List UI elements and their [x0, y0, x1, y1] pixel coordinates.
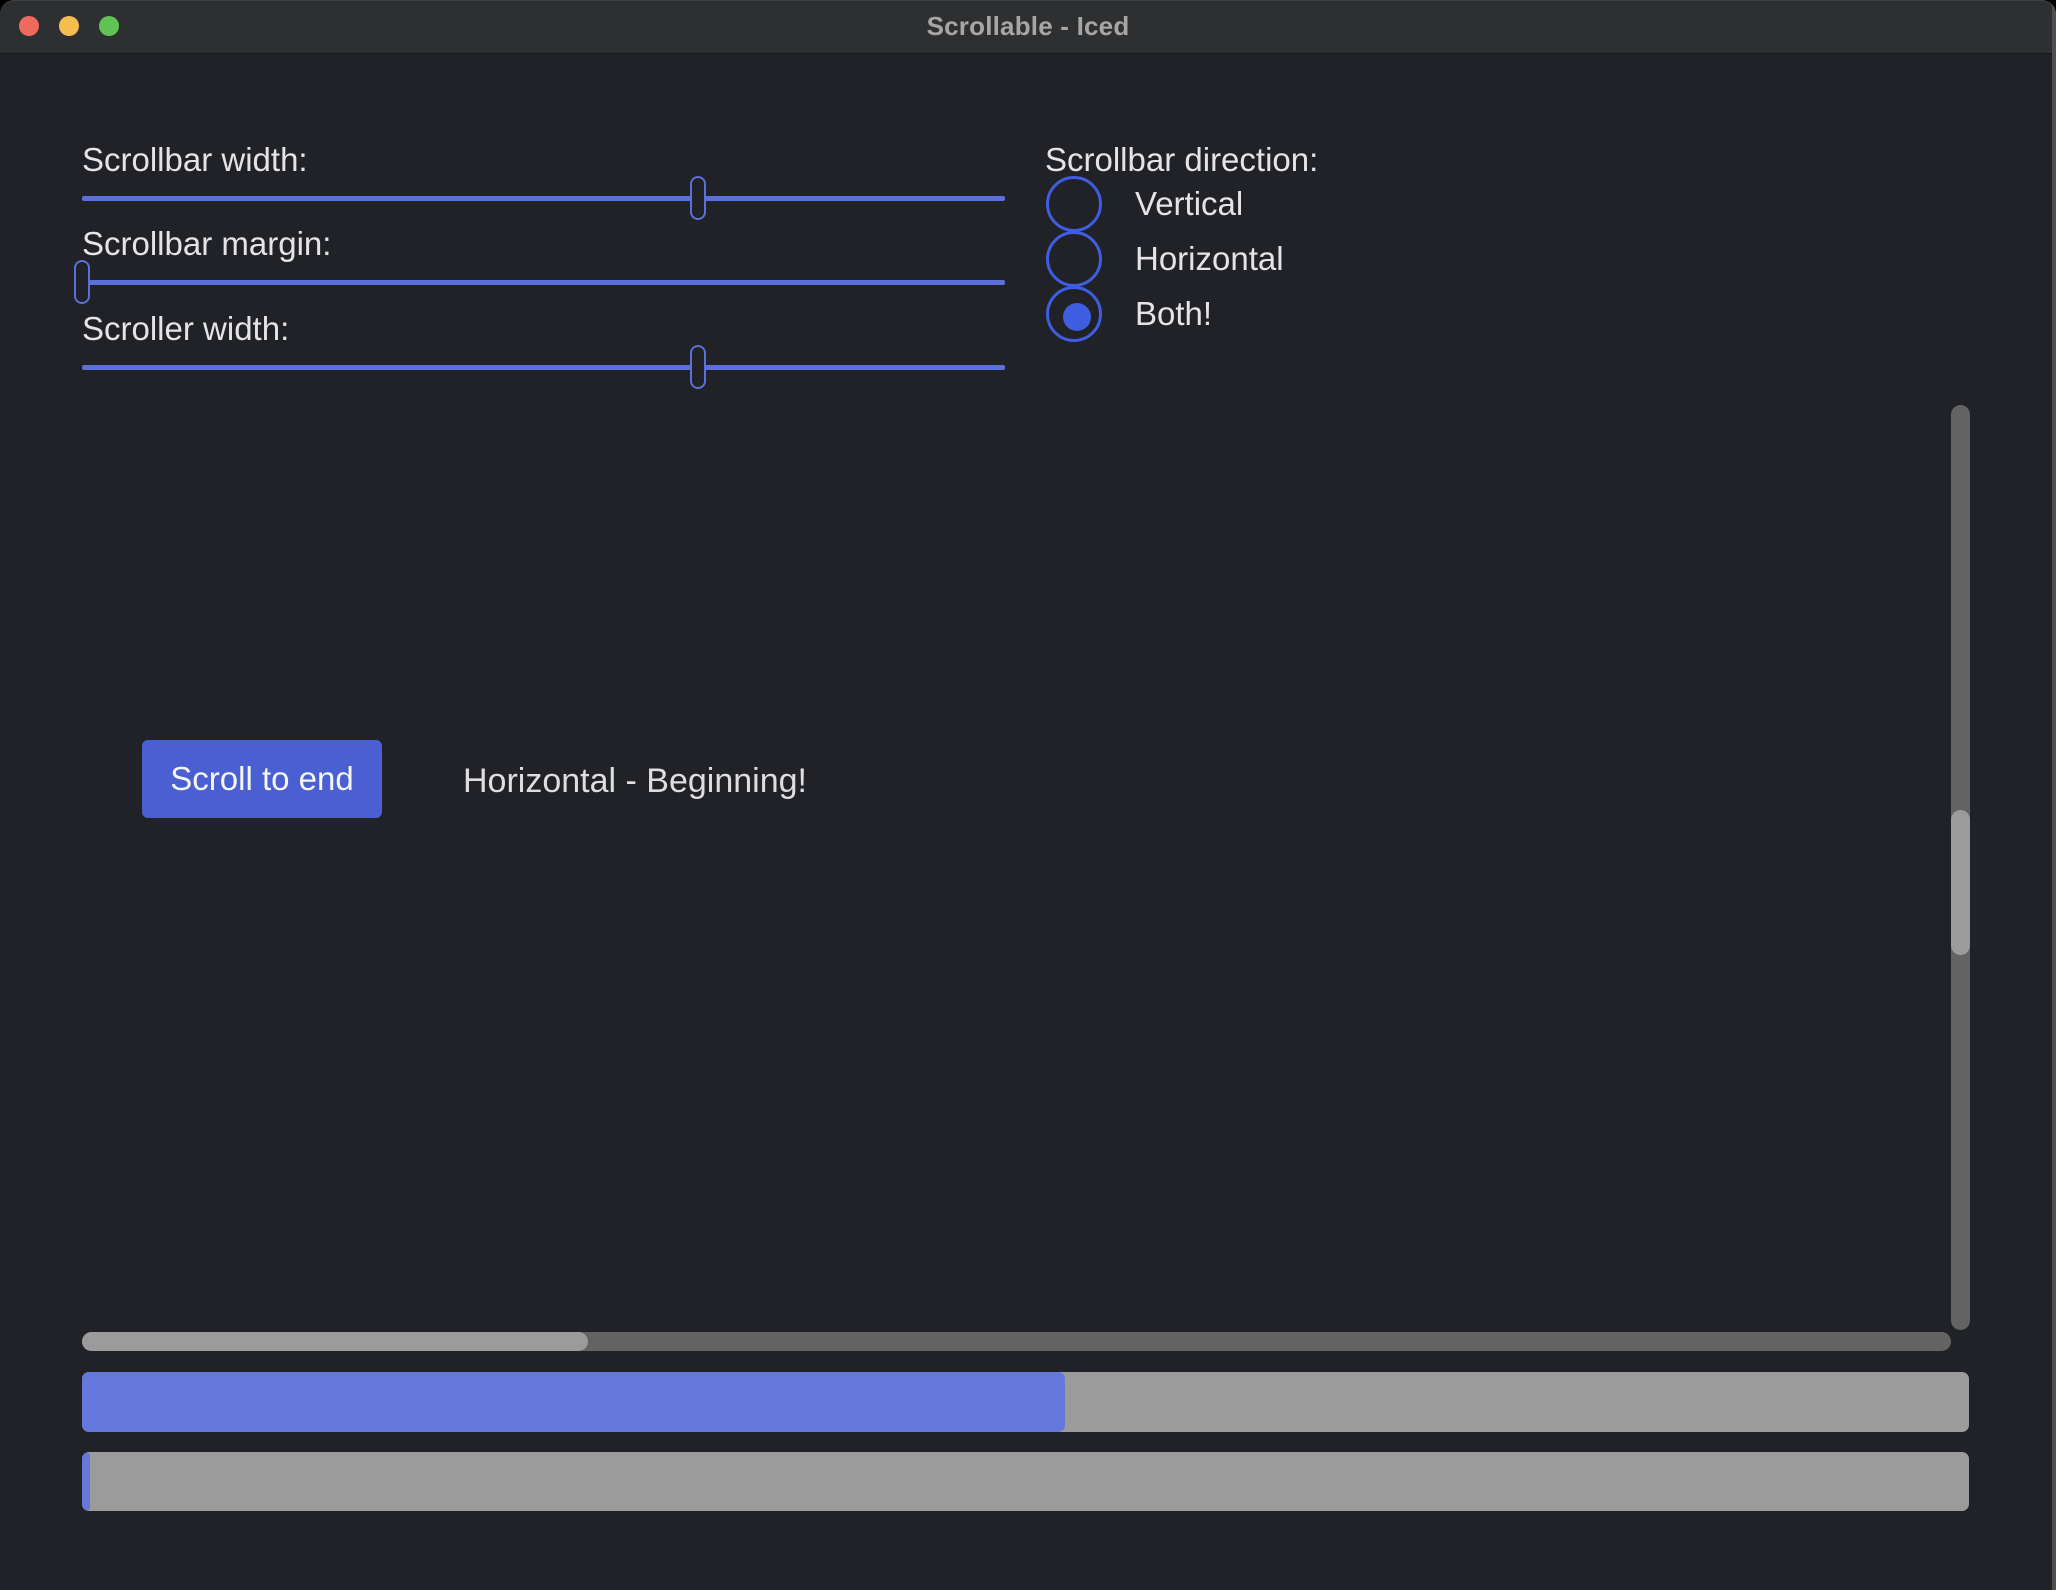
- scrollbar-margin-slider[interactable]: [82, 260, 1005, 304]
- radio-label[interactable]: Both!: [1135, 294, 1212, 334]
- progress-bar: [82, 1452, 1969, 1511]
- radio-button-icon[interactable]: [1046, 176, 1102, 232]
- slider-label-scrollbar-margin: Scrollbar margin:: [82, 224, 331, 264]
- radio-label[interactable]: Vertical: [1135, 184, 1243, 224]
- slider-track[interactable]: [82, 365, 1005, 370]
- radio-group-label: Scrollbar direction:: [1045, 140, 1318, 180]
- slider-handle[interactable]: [74, 260, 90, 304]
- slider-handle[interactable]: [690, 345, 706, 389]
- app-window: Scrollable - Iced Scrollbar width: Scrol…: [0, 0, 2056, 1590]
- radio-option[interactable]: Both!: [1046, 286, 1466, 342]
- slider-label-scroller-width: Scroller width:: [82, 309, 289, 349]
- radio-button-icon[interactable]: [1046, 231, 1102, 287]
- vertical-scrollbar-thumb[interactable]: [1951, 810, 1970, 955]
- window-right-edge: [2052, 0, 2056, 1590]
- radio-option[interactable]: Vertical: [1046, 176, 1466, 232]
- radio-label[interactable]: Horizontal: [1135, 239, 1284, 279]
- radio-option[interactable]: Horizontal: [1046, 231, 1466, 287]
- progress-fill: [82, 1372, 1065, 1432]
- radio-dot: [1063, 303, 1091, 331]
- titlebar: Scrollable - Iced: [0, 0, 2056, 54]
- slider-track[interactable]: [82, 196, 1005, 201]
- slider-track[interactable]: [82, 280, 1005, 285]
- scrollbar-width-slider[interactable]: [82, 176, 1005, 220]
- horizontal-scrollbar-rail[interactable]: [82, 1332, 1951, 1351]
- slider-label-scrollbar-width: Scrollbar width:: [82, 140, 308, 180]
- slider-handle[interactable]: [690, 176, 706, 220]
- radio-button-icon[interactable]: [1046, 286, 1102, 342]
- scroll-to-end-button[interactable]: Scroll to end: [142, 740, 382, 818]
- horizontal-scrollbar-thumb[interactable]: [82, 1332, 588, 1351]
- scroller-width-slider[interactable]: [82, 345, 1005, 389]
- scroll-status-text: Horizontal - Beginning!: [463, 761, 807, 802]
- vertical-scrollbar-rail[interactable]: [1951, 405, 1970, 1330]
- progress-fill: [82, 1452, 90, 1511]
- progress-bar: [82, 1372, 1969, 1432]
- window-title: Scrollable - Iced: [0, 0, 2056, 53]
